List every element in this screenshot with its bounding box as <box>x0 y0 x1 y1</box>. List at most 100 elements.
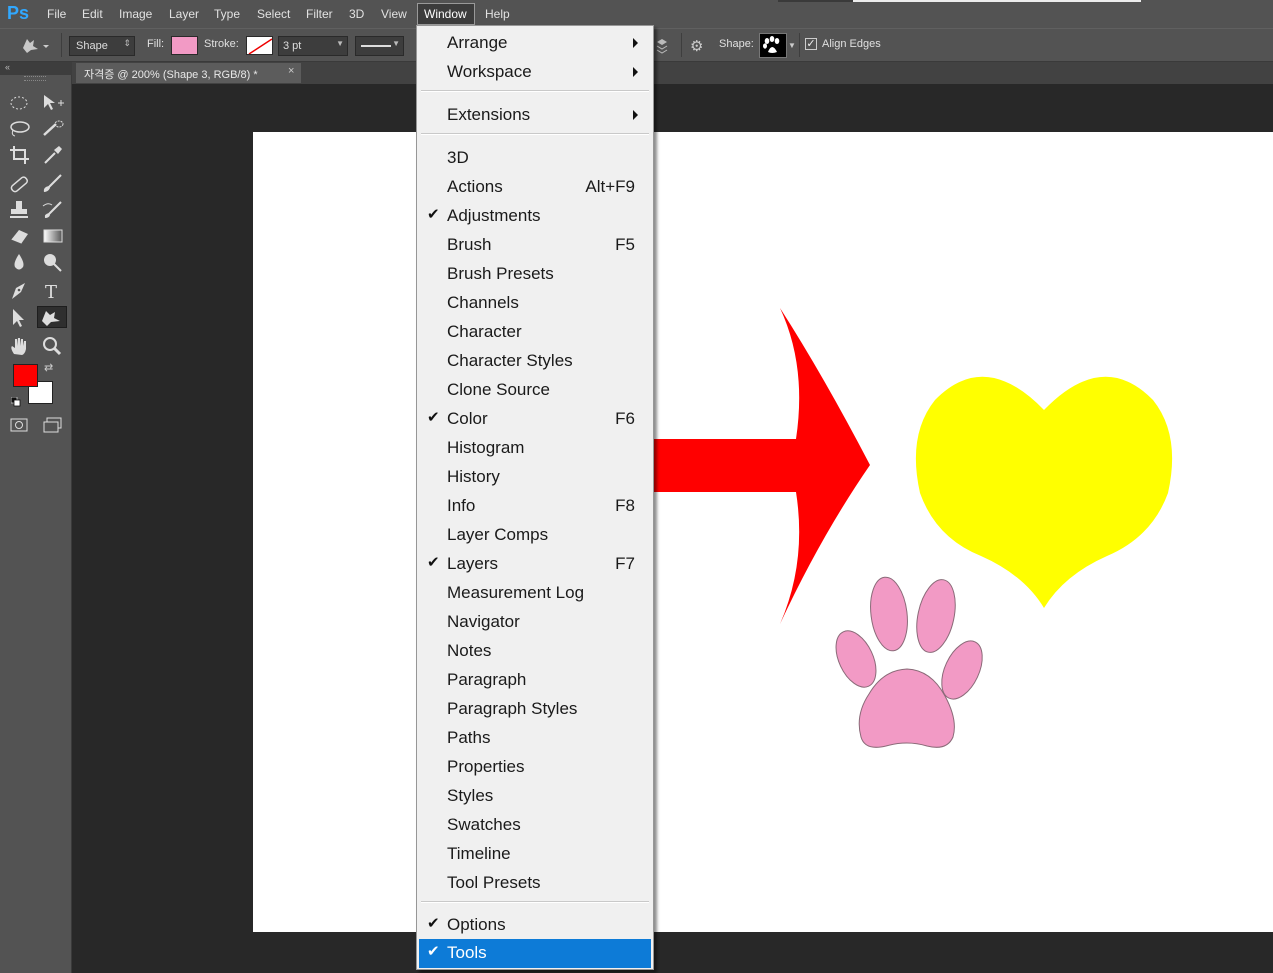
menu-item-character[interactable]: Character <box>419 318 651 346</box>
menu-item-actions[interactable]: Actions Alt+F9 <box>419 173 651 201</box>
default-colors-icon[interactable] <box>10 394 21 407</box>
menu-item-timeline[interactable]: Timeline <box>419 840 651 868</box>
menu-item-character-styles[interactable]: Character Styles <box>419 347 651 375</box>
align-edges-label: Align Edges <box>822 38 881 50</box>
menu-image[interactable]: Image <box>119 7 152 21</box>
menu-window[interactable]: Window <box>417 3 475 25</box>
screen-mode-icon[interactable] <box>40 414 66 436</box>
zoom-tool-icon[interactable] <box>40 335 66 357</box>
collapse-icon[interactable]: « <box>5 62 10 72</box>
menu-file[interactable]: File <box>47 7 66 21</box>
paw-icon <box>763 36 780 53</box>
panel-grip[interactable] <box>24 76 46 81</box>
align-edges-checkbox[interactable]: ✓ <box>805 38 817 50</box>
menu-filter[interactable]: Filter <box>306 7 333 21</box>
clone-stamp-tool-icon[interactable] <box>7 199 33 221</box>
menu-item-arrange[interactable]: Arrange <box>419 29 651 57</box>
close-icon[interactable]: × <box>288 65 294 77</box>
menu-item-label: Histogram <box>447 438 525 457</box>
type-tool-icon[interactable]: T <box>40 280 66 302</box>
crop-tool-icon[interactable] <box>7 144 33 166</box>
path-arrangement-icon[interactable] <box>655 37 669 60</box>
menu-item-clone-source[interactable]: Clone Source <box>419 376 651 404</box>
menu-3d[interactable]: 3D <box>349 7 364 21</box>
custom-shape-tool-icon[interactable] <box>20 36 50 59</box>
menu-item-styles[interactable]: Styles <box>419 782 651 810</box>
menu-edit[interactable]: Edit <box>82 7 103 21</box>
menu-item-layer-comps[interactable]: Layer Comps <box>419 521 651 549</box>
submenu-arrow-icon <box>633 38 638 48</box>
menu-item-label: Paragraph Styles <box>447 699 578 718</box>
blur-tool-icon[interactable] <box>7 251 33 273</box>
menu-item-paragraph-styles[interactable]: Paragraph Styles <box>419 695 651 723</box>
menu-item-label: Paragraph <box>447 670 527 689</box>
pen-tool-icon[interactable] <box>7 280 33 302</box>
fill-swatch[interactable] <box>171 36 198 55</box>
eraser-tool-icon[interactable] <box>7 225 33 247</box>
submenu-arrow-icon <box>633 110 638 120</box>
lasso-tool-icon[interactable] <box>7 118 33 140</box>
swap-colors-icon[interactable]: ⇄ <box>44 361 53 374</box>
menu-item-label: Color <box>447 409 488 428</box>
chevron-down-icon[interactable]: ▼ <box>788 41 796 50</box>
menu-view[interactable]: View <box>381 7 407 21</box>
menu-select[interactable]: Select <box>257 7 290 21</box>
checkmark-icon: ✔ <box>427 409 440 426</box>
stroke-label: Stroke: <box>204 38 239 50</box>
menu-item-layers[interactable]: ✔ Layers F7 <box>419 550 651 578</box>
menu-item-tool-presets[interactable]: Tool Presets <box>419 869 651 897</box>
menu-item-3d[interactable]: 3D <box>419 144 651 172</box>
menu-layer[interactable]: Layer <box>169 7 199 21</box>
menu-item-tools[interactable]: ✔ Tools <box>419 939 651 968</box>
menu-item-color[interactable]: ✔ Color F6 <box>419 405 651 433</box>
move-tool-icon[interactable] <box>40 92 66 114</box>
menu-item-swatches[interactable]: Swatches <box>419 811 651 839</box>
menu-item-measurement-log[interactable]: Measurement Log <box>419 579 651 607</box>
history-brush-tool-icon[interactable] <box>40 199 66 221</box>
menu-type[interactable]: Type <box>214 7 240 21</box>
menu-help[interactable]: Help <box>485 7 510 21</box>
menu-separator <box>421 90 649 92</box>
menu-item-label: Tool Presets <box>447 873 541 892</box>
hand-tool-icon[interactable] <box>7 335 33 357</box>
checkmark-icon: ✔ <box>427 206 440 223</box>
menu-item-adjustments[interactable]: ✔ Adjustments <box>419 202 651 230</box>
menu-item-histogram[interactable]: Histogram <box>419 434 651 462</box>
tool-mode-select[interactable]: Shape ⇕ <box>69 36 135 56</box>
menu-item-brush[interactable]: Brush F5 <box>419 231 651 259</box>
eyedropper-tool-icon[interactable] <box>40 144 66 166</box>
path-selection-tool-icon[interactable] <box>7 306 33 328</box>
menu-item-history[interactable]: History <box>419 463 651 491</box>
search-strip <box>778 0 853 2</box>
foreground-color-swatch[interactable] <box>13 364 38 387</box>
menu-item-info[interactable]: Info F8 <box>419 492 651 520</box>
menu-item-channels[interactable]: Channels <box>419 289 651 317</box>
menu-item-notes[interactable]: Notes <box>419 637 651 665</box>
stroke-width-field[interactable]: 3 pt ▼ <box>278 36 348 56</box>
menu-item-paragraph[interactable]: Paragraph <box>419 666 651 694</box>
healing-brush-tool-icon[interactable] <box>7 173 33 195</box>
menu-item-brush-presets[interactable]: Brush Presets <box>419 260 651 288</box>
stroke-type-select[interactable]: ▼ <box>355 36 404 56</box>
gradient-tool-icon[interactable] <box>40 225 66 247</box>
menu-item-options[interactable]: ✔ Options <box>419 911 651 939</box>
quick-mask-icon[interactable] <box>7 414 33 436</box>
document-tab-title: 자격증 @ 200% (Shape 3, RGB/8) * <box>84 69 258 81</box>
menu-item-navigator[interactable]: Navigator <box>419 608 651 636</box>
menu-item-workspace[interactable]: Workspace <box>419 58 651 86</box>
menu-item-label: Clone Source <box>447 380 551 399</box>
custom-shape-tool-button[interactable] <box>37 306 67 328</box>
brush-tool-icon[interactable] <box>40 173 66 195</box>
elliptical-marquee-tool-icon[interactable] <box>7 92 33 114</box>
shape-picker[interactable] <box>759 33 787 58</box>
menu-item-paths[interactable]: Paths <box>419 724 651 752</box>
menu-item-label: Layers <box>447 554 499 573</box>
menu-item-properties[interactable]: Properties <box>419 753 651 781</box>
svg-text:T: T <box>45 282 57 302</box>
dodge-tool-icon[interactable] <box>40 251 66 273</box>
tool-mode-spinner-icon: ⇕ <box>123 38 131 48</box>
stroke-swatch[interactable] <box>246 36 273 55</box>
menu-item-extensions[interactable]: Extensions <box>419 101 651 129</box>
quick-selection-tool-icon[interactable] <box>40 118 66 140</box>
gear-icon[interactable]: ⚙ <box>690 37 703 55</box>
